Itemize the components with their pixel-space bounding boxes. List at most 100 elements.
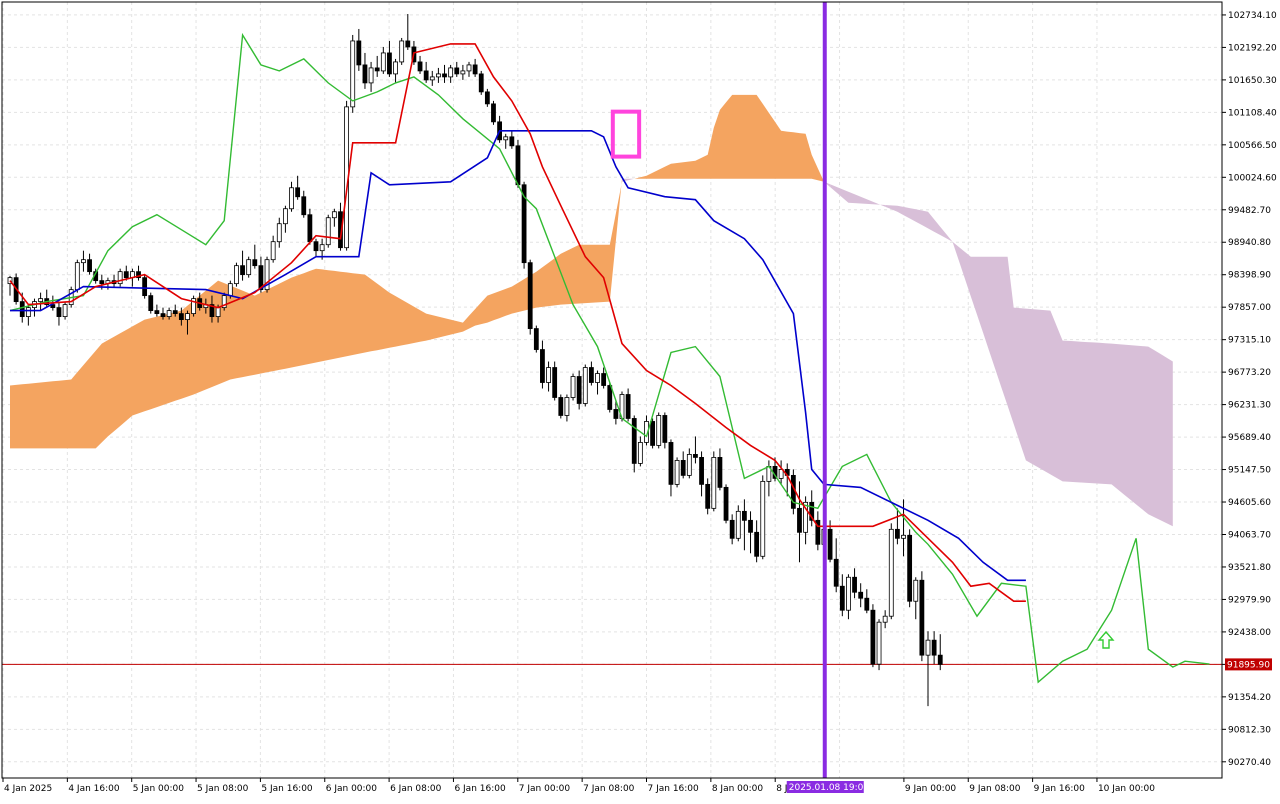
candle[interactable] [625, 388, 631, 422]
candle[interactable] [484, 88, 490, 107]
candle[interactable] [240, 250, 245, 281]
candle[interactable] [154, 304, 160, 317]
chart-container[interactable]: 102734.10 102192.20 101650.30 101108.40 1005… [0, 0, 1280, 800]
candle[interactable] [907, 529, 913, 608]
candle[interactable] [558, 394, 564, 419]
candle[interactable] [686, 448, 692, 479]
candle[interactable] [711, 451, 717, 512]
candle[interactable] [276, 217, 282, 248]
candle[interactable] [472, 58, 478, 77]
candle[interactable] [44, 289, 50, 308]
candle[interactable] [356, 28, 362, 71]
candle[interactable] [399, 37, 405, 65]
candle[interactable] [564, 394, 570, 422]
candle[interactable] [668, 439, 674, 497]
candle[interactable] [374, 55, 380, 77]
candle[interactable] [454, 61, 460, 77]
highlight-box[interactable] [610, 109, 642, 159]
candle[interactable] [546, 361, 551, 392]
candle[interactable] [760, 475, 766, 560]
candle[interactable] [325, 214, 331, 248]
candle[interactable] [136, 265, 141, 281]
candle[interactable] [466, 61, 472, 77]
candle[interactable] [699, 451, 704, 497]
candle[interactable] [509, 130, 515, 149]
candle[interactable] [7, 275, 13, 296]
chart-svg[interactable]: 102734.10 102192.20 101650.30 101108.40 1005… [0, 0, 1280, 800]
candle[interactable] [931, 631, 937, 665]
candle[interactable] [62, 301, 68, 320]
candle[interactable] [289, 181, 294, 212]
candle[interactable] [742, 499, 747, 551]
candle[interactable] [809, 490, 815, 527]
candle[interactable] [754, 520, 760, 563]
candle[interactable] [87, 253, 92, 275]
candle[interactable] [264, 256, 270, 293]
candle[interactable] [705, 478, 711, 515]
candle[interactable] [570, 373, 576, 401]
candle[interactable] [429, 70, 435, 86]
candle[interactable] [852, 568, 857, 599]
candle[interactable] [148, 292, 154, 314]
candle[interactable] [368, 61, 374, 92]
candle[interactable] [858, 583, 864, 608]
candle[interactable] [674, 457, 680, 488]
candle[interactable] [491, 100, 496, 125]
candle[interactable] [662, 412, 668, 449]
candle[interactable] [895, 508, 900, 545]
candle[interactable] [533, 325, 539, 353]
candle[interactable] [778, 460, 784, 485]
candle[interactable] [362, 52, 368, 89]
candle[interactable] [307, 208, 313, 245]
candle[interactable] [25, 304, 31, 326]
candle[interactable] [797, 481, 802, 563]
candle[interactable] [331, 208, 337, 227]
candle[interactable] [442, 64, 447, 83]
candle[interactable] [650, 418, 655, 449]
candle[interactable] [552, 361, 558, 401]
candle[interactable] [478, 70, 484, 95]
candle[interactable] [270, 235, 276, 263]
candle[interactable] [142, 274, 148, 299]
candle[interactable] [882, 610, 888, 629]
candle[interactable] [589, 361, 594, 386]
candle[interactable] [888, 523, 894, 620]
candle[interactable] [111, 274, 117, 287]
candle[interactable] [74, 259, 80, 293]
candle[interactable] [32, 298, 37, 317]
candle[interactable] [576, 370, 582, 410]
candle[interactable] [864, 589, 870, 614]
candle[interactable] [839, 574, 845, 617]
candle[interactable] [221, 292, 227, 311]
candle[interactable] [540, 340, 545, 389]
candle[interactable] [380, 46, 386, 74]
candle[interactable] [246, 256, 252, 278]
candle[interactable] [56, 301, 62, 326]
candle[interactable] [282, 205, 288, 233]
candle[interactable] [295, 175, 301, 200]
candle[interactable] [723, 484, 729, 524]
candle[interactable] [497, 115, 503, 143]
candle[interactable] [405, 13, 411, 50]
candle[interactable] [748, 511, 753, 554]
candle[interactable] [680, 451, 686, 479]
candle[interactable] [313, 238, 319, 257]
candle[interactable] [38, 292, 43, 311]
candle[interactable] [252, 244, 258, 269]
candle[interactable] [595, 370, 600, 395]
candle[interactable] [582, 364, 588, 407]
candle[interactable] [846, 574, 851, 620]
candle[interactable] [870, 604, 876, 668]
candle[interactable] [191, 295, 197, 317]
candle[interactable] [631, 415, 637, 473]
candle[interactable] [234, 262, 239, 287]
candle[interactable] [693, 436, 698, 464]
candle[interactable] [301, 190, 307, 218]
candle[interactable] [387, 40, 392, 77]
candle[interactable] [735, 505, 741, 542]
buy-arrow-icon[interactable] [1097, 630, 1115, 649]
candle[interactable] [637, 436, 643, 467]
candle[interactable] [729, 514, 735, 545]
candle[interactable] [435, 67, 441, 83]
candle[interactable] [937, 634, 943, 671]
